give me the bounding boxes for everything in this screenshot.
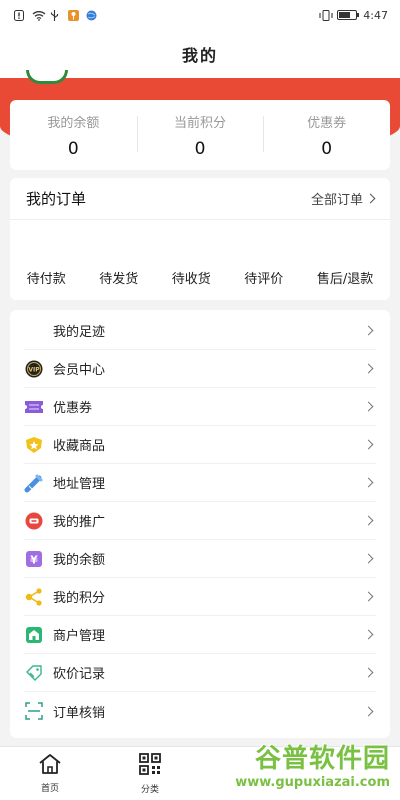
merchant-icon xyxy=(24,625,44,645)
footprint-icon xyxy=(24,321,44,341)
stat-label: 我的余额 xyxy=(47,115,100,131)
chevron-right-icon xyxy=(363,363,374,374)
chevron-right-icon xyxy=(363,401,374,412)
menu-item-label: 我的积分 xyxy=(53,591,106,606)
qrcode-icon xyxy=(138,752,162,779)
order-status-pending-review[interactable]: 待评价 xyxy=(244,268,283,287)
menu-item-label: 地址管理 xyxy=(53,477,106,492)
watermark-logo-text: 谷普软件园 xyxy=(254,744,390,774)
chevron-right-icon xyxy=(363,325,374,336)
order-status-after-sales[interactable]: 售后/退款 xyxy=(317,268,373,287)
menu-item-points[interactable]: 我的积分 xyxy=(24,578,376,616)
scan-icon xyxy=(24,701,44,721)
menu-item-footprint[interactable]: 我的足迹 xyxy=(24,312,376,350)
chevron-right-icon xyxy=(363,477,374,488)
menu-item-verify-order[interactable]: 订单核销 xyxy=(24,692,376,730)
menu-item-label: 优惠券 xyxy=(53,401,93,416)
alert-icon xyxy=(14,9,26,21)
usb-icon xyxy=(50,9,62,21)
menu-item-label: 订单核销 xyxy=(53,705,106,721)
stats-card: 我的余额 0 当前积分 0 优惠券 0 xyxy=(10,100,390,170)
chevron-right-icon xyxy=(363,629,374,640)
svg-text:VIP: VIP xyxy=(28,366,40,373)
all-orders-link[interactable]: 全部订单 xyxy=(310,189,376,208)
menu-item-merchant[interactable]: 商户管理 xyxy=(24,616,376,654)
all-orders-label: 全部订单 xyxy=(310,193,363,208)
watermark-url: www.gupuxiazai.com xyxy=(235,775,390,790)
order-status-pending-receipt[interactable]: 待收货 xyxy=(172,268,211,287)
status-left xyxy=(14,9,98,21)
tab-label: 首页 xyxy=(40,784,59,794)
orders-header: 我的订单 全部订单 xyxy=(10,178,390,220)
menu-item-label: 会员中心 xyxy=(53,363,106,378)
wifi-icon xyxy=(32,10,46,21)
menu-item-balance[interactable]: ¥ 我的余额 xyxy=(24,540,376,578)
stat-balance[interactable]: 我的余额 0 xyxy=(10,112,137,159)
stat-value: 0 xyxy=(321,138,333,159)
chevron-right-icon xyxy=(363,591,374,602)
menu-list: 我的足迹 VIP 会员中心 优惠券 收藏商品 地址管理 我的推广 ¥ 我的余额 … xyxy=(10,310,390,738)
status-time: 4:47 xyxy=(363,8,388,22)
coupon-icon xyxy=(24,397,44,417)
tab-label: 分类 xyxy=(140,785,159,795)
stat-coupons[interactable]: 优惠券 0 xyxy=(263,112,390,159)
status-right: 4:47 xyxy=(319,9,388,22)
tab-category[interactable]: 分类 xyxy=(100,747,200,800)
menu-item-label: 砍价记录 xyxy=(53,667,106,682)
stat-points[interactable]: 当前积分 0 xyxy=(136,112,264,159)
chevron-right-icon xyxy=(363,439,374,450)
menu-item-label: 我的推广 xyxy=(53,515,106,530)
menu-item-label: 收藏商品 xyxy=(53,439,106,454)
orders-card: 我的订单 全部订单 待付款 待发货 待收货 待评价 售后/退款 xyxy=(10,178,390,300)
home-icon xyxy=(38,753,62,778)
page-title: 我的 xyxy=(181,46,218,65)
chevron-right-icon xyxy=(363,667,374,678)
stat-label: 优惠券 xyxy=(307,115,347,131)
stat-value: 0 xyxy=(67,138,79,159)
yuan-icon: ¥ xyxy=(24,549,44,569)
tab-home[interactable]: 首页 xyxy=(0,747,100,800)
points-icon xyxy=(24,587,44,607)
star-icon xyxy=(24,435,44,455)
chevron-right-icon xyxy=(363,553,374,564)
menu-item-coupon[interactable]: 优惠券 xyxy=(24,388,376,426)
svg-text:¥: ¥ xyxy=(30,553,38,566)
menu-item-favorites[interactable]: 收藏商品 xyxy=(24,426,376,464)
chevron-right-icon xyxy=(363,706,374,716)
stat-value: 0 xyxy=(194,138,206,159)
menu-item-address[interactable]: 地址管理 xyxy=(24,464,376,502)
battery-icon xyxy=(337,10,360,20)
bargain-icon xyxy=(24,663,44,683)
order-status-row: 待付款 待发货 待收货 待评价 售后/退款 xyxy=(10,268,390,287)
order-status-pending-shipment[interactable]: 待发货 xyxy=(99,268,138,287)
address-icon xyxy=(24,473,44,493)
menu-item-bargain[interactable]: 砍价记录 xyxy=(24,654,376,692)
chevron-right-icon xyxy=(363,515,374,526)
chevron-right-icon xyxy=(365,193,376,204)
menu-item-label: 我的余额 xyxy=(53,553,106,568)
stat-label: 当前积分 xyxy=(174,115,227,131)
vibrate-icon xyxy=(319,9,333,21)
globe-notification-icon xyxy=(86,10,98,21)
menu-item-label: 我的足迹 xyxy=(53,325,106,340)
menu-item-vip[interactable]: VIP 会员中心 xyxy=(24,350,376,388)
menu-item-promotion[interactable]: 我的推广 xyxy=(24,502,376,540)
orders-title: 我的订单 xyxy=(26,190,87,208)
vip-icon: VIP xyxy=(24,359,44,379)
menu-item-label: 商户管理 xyxy=(53,629,106,644)
order-status-pending-payment[interactable]: 待付款 xyxy=(27,268,66,287)
watermark: 谷普软件园 www.gupuxiazai.com xyxy=(235,738,390,790)
promotion-icon xyxy=(24,511,44,531)
status-bar: 4:47 xyxy=(0,0,400,30)
app-notification-icon xyxy=(68,9,80,21)
